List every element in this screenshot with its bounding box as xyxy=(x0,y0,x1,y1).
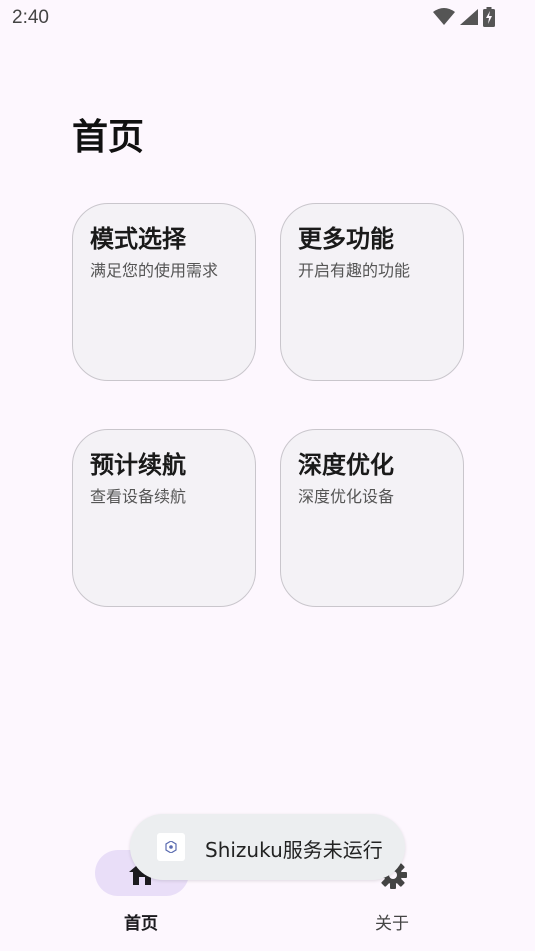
nav-label-about[interactable]: 关于 xyxy=(375,909,409,934)
toast-message: Shizuku服务未运行 xyxy=(205,838,383,862)
card-desc: 深度优化设备 xyxy=(298,487,395,506)
toast: Shizuku服务未运行 xyxy=(130,814,405,880)
card-desc: 开启有趣的功能 xyxy=(298,261,411,280)
card-desc: 满足您的使用需求 xyxy=(90,261,219,280)
card-mode-select[interactable]: 模式选择 满足您的使用需求 xyxy=(72,203,256,381)
nav-label-home[interactable]: 首页 xyxy=(124,909,158,934)
cellular-icon xyxy=(459,8,479,30)
battery-charging-icon xyxy=(483,7,495,31)
screen: 2:40 首页 模式选择 满足您的使用需求 更多功能 开启有趣的功能 预计续航 … xyxy=(0,0,535,951)
status-time: 2:40 xyxy=(12,7,49,28)
card-more-features[interactable]: 更多功能 开启有趣的功能 xyxy=(280,203,464,381)
wifi-icon xyxy=(433,8,455,30)
card-deep-optimize[interactable]: 深度优化 深度优化设备 xyxy=(280,429,464,607)
card-title: 更多功能 xyxy=(298,225,394,253)
card-title: 深度优化 xyxy=(298,451,394,479)
status-bar: 2:40 xyxy=(0,0,535,36)
page-title: 首页 xyxy=(72,117,145,158)
card-desc: 查看设备续航 xyxy=(90,487,187,506)
card-battery-estimate[interactable]: 预计续航 查看设备续航 xyxy=(72,429,256,607)
card-title: 预计续航 xyxy=(90,451,186,479)
card-title: 模式选择 xyxy=(90,225,186,253)
shizuku-app-icon xyxy=(157,833,185,861)
status-icons xyxy=(433,7,495,31)
